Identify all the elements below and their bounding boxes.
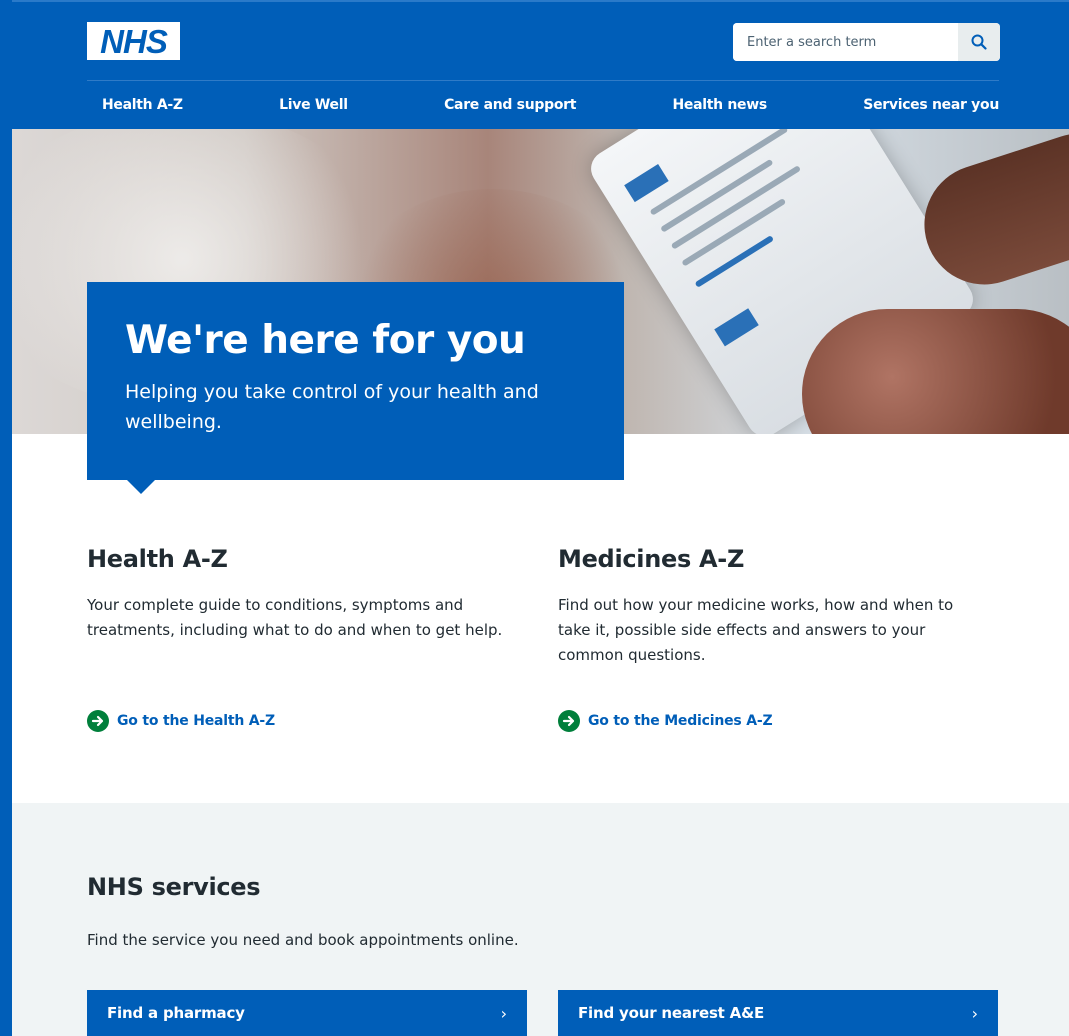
nhs-services-section: NHS services Find the service you need a… xyxy=(12,803,1069,1036)
hero-subtitle: Helping you take control of your health … xyxy=(125,381,539,433)
page: NHS Health A-Z Live Well Care and suppor… xyxy=(12,0,1069,1036)
search-form xyxy=(733,23,1000,61)
hero-image-finger xyxy=(802,309,1069,434)
chevron-right-icon: › xyxy=(971,1003,978,1023)
health-a-z-description: Your complete guide to conditions, sympt… xyxy=(87,596,503,639)
medicines-a-z-section: Medicines A-Z Find out how your medicine… xyxy=(558,545,988,668)
phone-text-line xyxy=(649,129,789,216)
header-top-line xyxy=(12,0,1069,2)
nhs-services-description: Find the service you need and book appoi… xyxy=(87,931,519,949)
phone-do-tag xyxy=(624,164,669,203)
medicines-a-z-link-label: Go to the Medicines A-Z xyxy=(588,713,773,729)
nav-care-and-support[interactable]: Care and support xyxy=(429,97,591,113)
medicines-a-z-description: Find out how your medicine works, how an… xyxy=(558,596,954,664)
medicines-a-z-heading: Medicines A-Z xyxy=(558,545,745,573)
nhs-services-heading: NHS services xyxy=(87,873,261,901)
search-icon xyxy=(971,34,987,50)
hero-title: We're here for you xyxy=(125,318,526,363)
search-input[interactable] xyxy=(733,23,957,61)
chevron-right-icon: › xyxy=(500,1003,507,1023)
nhs-logo-text: NHS xyxy=(100,22,168,60)
phone-dont-tag xyxy=(714,308,759,347)
nav-services-near-you[interactable]: Services near you xyxy=(848,97,999,113)
hero-callout: We're here for you Helping you take cont… xyxy=(87,282,624,480)
health-a-z-link[interactable]: Go to the Health A-Z xyxy=(87,710,275,732)
find-a-pharmacy-label: Find a pharmacy xyxy=(107,1004,245,1022)
nav-live-well[interactable]: Live Well xyxy=(264,97,363,113)
main-navigation: Health A-Z Live Well Care and support He… xyxy=(87,81,999,129)
find-nearest-ae-label: Find your nearest A&E xyxy=(578,1004,765,1022)
nav-health-news[interactable]: Health news xyxy=(658,97,782,113)
health-a-z-link-label: Go to the Health A-Z xyxy=(117,713,275,729)
medicines-a-z-link[interactable]: Go to the Medicines A-Z xyxy=(558,710,773,732)
find-a-pharmacy-button[interactable]: Find a pharmacy › xyxy=(87,990,527,1036)
nhs-logo[interactable]: NHS xyxy=(87,22,180,60)
arrow-right-circle-icon xyxy=(87,710,109,732)
hero-callout-pointer xyxy=(127,480,155,494)
site-header: NHS Health A-Z Live Well Care and suppor… xyxy=(12,0,1069,129)
find-nearest-ae-button[interactable]: Find your nearest A&E › xyxy=(558,990,998,1036)
search-button[interactable] xyxy=(958,23,1000,61)
arrow-right-circle-icon xyxy=(558,710,580,732)
health-a-z-heading: Health A-Z xyxy=(87,545,228,573)
phone-link-line xyxy=(694,235,775,288)
nav-health-a-z[interactable]: Health A-Z xyxy=(87,97,198,113)
health-a-z-section: Health A-Z Your complete guide to condit… xyxy=(87,545,517,643)
